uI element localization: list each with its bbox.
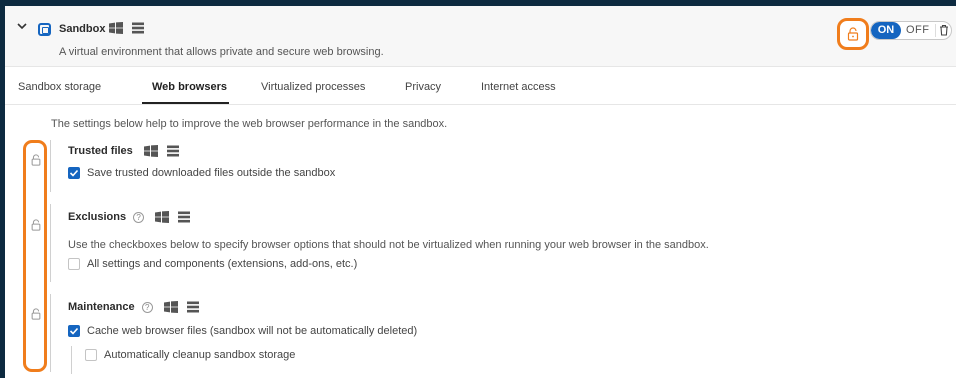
server-icon [178,211,191,223]
tab-web-browsers[interactable]: Web browsers [152,81,227,93]
tab-virtualized-processes[interactable]: Virtualized processes [261,81,365,93]
option-label: Automatically cleanup sandbox storage [104,349,296,361]
os-icons [155,211,191,224]
toggle-on[interactable]: ON [871,22,901,39]
lock-highlight [23,140,47,372]
tab-internet-access[interactable]: Internet access [481,81,556,93]
os-icons [163,301,199,314]
os-icons [109,20,145,34]
server-icon [132,22,145,34]
windows-icon [143,145,158,158]
maintenance-title: Maintenance ? [68,301,199,314]
trusted-files-title: Trusted files [68,145,179,158]
option-label: Save trusted downloaded files outside th… [87,167,336,179]
sandbox-icon [38,23,51,36]
tab-bar: Sandbox storage Web browsers Virtualized… [5,67,956,105]
auto-cleanup-option[interactable]: Automatically cleanup sandbox storage [85,349,295,361]
sandbox-header: Sandbox A virtual environment that allow… [5,6,956,67]
sandbox-panel: Sandbox A virtual environment that allow… [5,6,956,378]
help-icon[interactable]: ? [141,301,153,313]
section-title: Sandbox [59,23,106,35]
save-trusted-files-option[interactable]: Save trusted downloaded files outside th… [68,167,335,179]
intro-text: The settings below help to improve the w… [51,118,448,130]
unlock-icon [847,27,859,41]
option-label: Cache web browser files (sandbox will no… [87,325,418,337]
section-description: A virtual environment that allows privat… [59,46,384,58]
option-label: All settings and components (extensions,… [87,258,358,270]
chevron-down-icon[interactable] [17,21,27,31]
checkbox-unchecked[interactable] [68,258,80,270]
tab-privacy[interactable]: Privacy [405,81,441,93]
exclusions-label: Exclusions [68,211,127,223]
maintenance-label: Maintenance [68,301,135,313]
active-tab-indicator [142,102,229,104]
trusted-files-label: Trusted files [68,145,133,157]
checkbox-unchecked[interactable] [85,349,97,361]
unlock-icon[interactable] [30,308,42,320]
exclusions-note: Use the checkboxes below to specify brow… [68,239,709,251]
checkbox-checked[interactable] [68,167,80,179]
unlock-icon[interactable] [30,219,42,231]
cache-browser-files-option[interactable]: Cache web browser files (sandbox will no… [68,325,417,337]
tab-sandbox-storage[interactable]: Sandbox storage [18,81,101,93]
exclusions-title: Exclusions ? [68,211,191,224]
windows-icon [155,211,170,224]
section-divider [50,204,51,282]
on-off-toggle[interactable]: ON OFF [870,21,952,40]
sub-option-divider [71,346,72,374]
trash-icon[interactable] [935,24,949,37]
os-icons [143,145,179,158]
checkbox-checked[interactable] [68,325,80,337]
help-icon[interactable]: ? [133,211,145,223]
server-icon [166,145,179,157]
windows-icon [109,21,123,34]
section-divider [50,140,51,192]
server-icon [186,301,199,313]
windows-icon [163,301,178,314]
all-settings-option[interactable]: All settings and components (extensions,… [68,258,357,270]
unlock-icon[interactable] [30,154,42,166]
section-divider [50,294,51,372]
policy-lock-button[interactable] [837,18,869,50]
toggle-off[interactable]: OFF [906,22,930,39]
